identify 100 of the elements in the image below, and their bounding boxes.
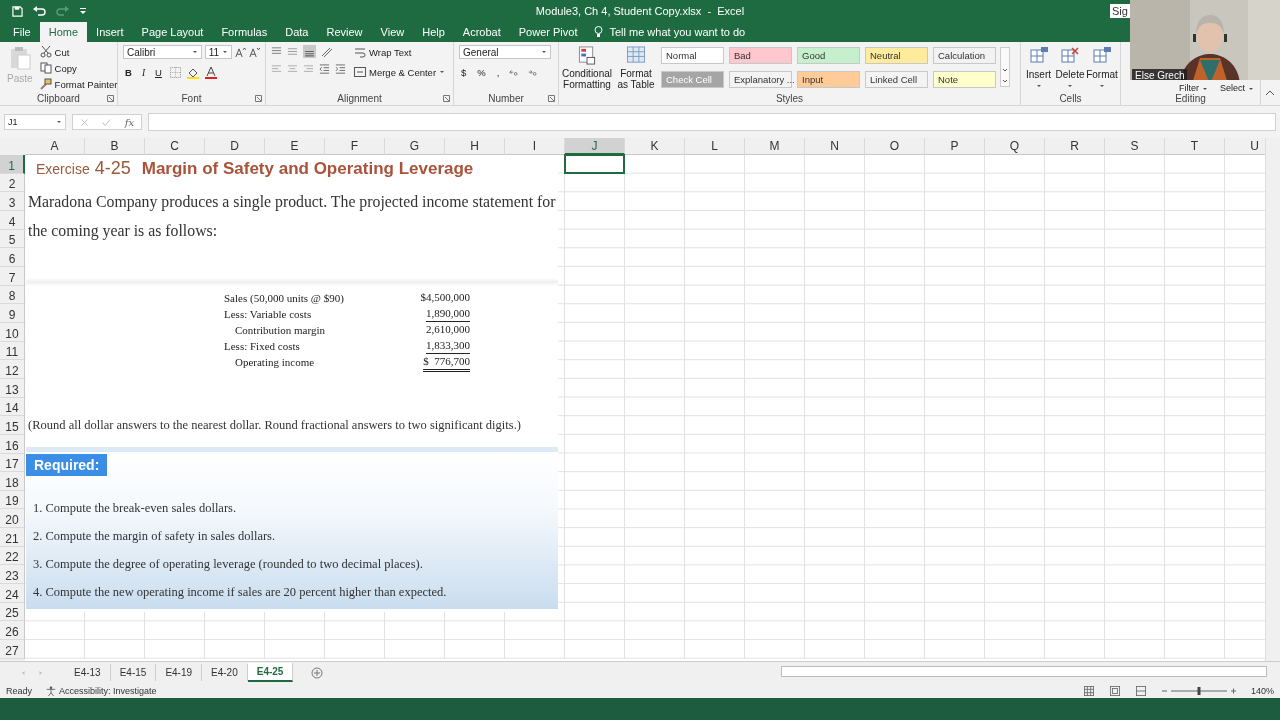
save-icon[interactable] [12, 5, 23, 17]
row-header[interactable]: 1 [0, 155, 25, 174]
cell-style[interactable]: Neutral [865, 47, 928, 64]
ribbon-tab[interactable]: Data [276, 22, 318, 42]
ribbon-tab[interactable]: Review [317, 22, 372, 42]
customize-icon[interactable] [79, 7, 87, 15]
column-header[interactable]: L [685, 138, 745, 155]
cell-style[interactable]: Normal [661, 47, 724, 64]
column-header[interactable]: Q [985, 138, 1045, 155]
selected-cell[interactable] [564, 154, 625, 174]
font-name-field[interactable]: Calibri [123, 45, 202, 59]
column-header[interactable]: S [1105, 138, 1165, 155]
row-header[interactable]: 6 [0, 248, 25, 267]
redo-icon[interactable] [56, 5, 69, 17]
sheet-tab[interactable]: E4-25 [247, 663, 294, 682]
name-box[interactable]: J1 [4, 114, 66, 130]
insert-cells-button[interactable]: Insert [1024, 45, 1053, 91]
row-header[interactable]: 16 [0, 434, 25, 454]
conditional-formatting-button[interactable]: Conditional Formatting [563, 45, 611, 91]
number-format-button[interactable]: , [494, 66, 502, 79]
row-header[interactable]: 4 [0, 210, 25, 230]
row-header[interactable]: 24 [0, 584, 25, 603]
ribbon-tab[interactable]: Formulas [212, 22, 277, 42]
row-header[interactable]: 15 [0, 416, 25, 435]
zoom-level[interactable]: 140% [1250, 685, 1274, 696]
horizontal-scrollbar[interactable] [781, 666, 1267, 677]
vertical-scrollbar[interactable] [1265, 138, 1280, 661]
row-header[interactable]: 23 [0, 565, 25, 585]
ribbon-tab[interactable]: Power Pivot [509, 22, 587, 42]
copy-button[interactable]: Copy [37, 61, 120, 75]
cell-style[interactable]: Bad [729, 47, 792, 64]
cell-style[interactable]: Input [797, 71, 860, 88]
column-header[interactable]: R [1045, 138, 1105, 155]
sheet-tab[interactable]: E4-15 [110, 664, 157, 681]
column-header[interactable]: O [865, 138, 925, 155]
format-as-table-button[interactable]: Format as Table [615, 45, 657, 91]
row-header[interactable]: 2 [0, 173, 25, 193]
dialog-launcher-icon[interactable] [443, 95, 450, 102]
dialog-launcher-icon[interactable] [548, 95, 555, 102]
sign-in-button[interactable]: Sig [1110, 4, 1130, 18]
editing-button[interactable]: Filter [1179, 84, 1208, 93]
row-header[interactable]: 21 [0, 528, 25, 547]
row-header[interactable]: 13 [0, 378, 25, 398]
dialog-launcher-icon[interactable] [107, 95, 114, 102]
number-format-button[interactable]: % [475, 66, 488, 79]
merge-center-button[interactable]: Merge & Center [352, 65, 448, 79]
row-header[interactable]: 18 [0, 472, 25, 491]
dialog-launcher-icon[interactable] [255, 95, 262, 102]
add-sheet-icon[interactable] [311, 666, 324, 679]
ribbon-tab[interactable]: File [4, 22, 40, 42]
column-header[interactable]: P [925, 138, 985, 155]
ribbon-tab[interactable]: Insert [87, 22, 133, 42]
underline-button[interactable]: U [153, 66, 164, 79]
font-size-field[interactable]: 11 [204, 45, 233, 59]
insert-function-button[interactable]: fx [124, 116, 135, 128]
format-painter-button[interactable]: Format Painter [37, 77, 120, 91]
row-header[interactable]: 3 [0, 192, 25, 211]
row-header[interactable]: 10 [0, 322, 25, 342]
row-header[interactable]: 5 [0, 229, 25, 249]
collapse-ribbon-icon[interactable] [1265, 90, 1275, 96]
row-header[interactable]: 22 [0, 546, 25, 566]
ribbon-tab[interactable]: View [371, 22, 414, 42]
delete-cells-button[interactable]: Delete [1055, 45, 1085, 91]
formula-input[interactable] [148, 113, 1276, 131]
row-header[interactable]: 26 [0, 621, 25, 641]
sheet-tab[interactable]: E4-19 [156, 664, 203, 681]
row-header[interactable]: 19 [0, 490, 25, 510]
wrap-text-button[interactable]: Wrap Text [352, 45, 448, 59]
italic-button[interactable]: I [139, 66, 148, 79]
row-header[interactable]: 9 [0, 304, 25, 323]
cell-style[interactable]: Note [933, 71, 996, 88]
row-header[interactable]: 27 [0, 640, 25, 659]
column-header[interactable]: N [805, 138, 865, 155]
editing-button[interactable]: Select [1220, 84, 1254, 93]
row-header[interactable]: 12 [0, 360, 25, 379]
cell-style[interactable]: Good [797, 47, 860, 64]
row-header[interactable]: 7 [0, 266, 25, 286]
column-header[interactable]: M [745, 138, 805, 155]
cell-style[interactable]: Calculation [933, 47, 996, 64]
ribbon-tab[interactable]: Acrobat [453, 22, 510, 42]
cell-style[interactable]: Explanatory ... [729, 71, 792, 88]
row-header[interactable]: 8 [0, 285, 25, 305]
cut-button[interactable]: Cut [37, 45, 120, 59]
column-header[interactable]: T [1165, 138, 1225, 155]
undo-icon[interactable] [33, 5, 46, 17]
column-header[interactable]: K [625, 138, 685, 155]
accessibility-status[interactable]: Accessibility: Investigate [59, 685, 157, 696]
sheet-tab[interactable]: E4-13 [65, 664, 111, 681]
row-header[interactable]: 17 [0, 453, 25, 473]
row-header[interactable]: 14 [0, 397, 25, 417]
format-cells-button[interactable]: Format [1087, 45, 1117, 91]
number-format-button[interactable]: $ [459, 66, 469, 79]
ribbon-tab[interactable]: Page Layout [132, 22, 213, 42]
row-header[interactable]: 25 [0, 602, 25, 622]
row-header[interactable]: 11 [0, 341, 25, 361]
ribbon-tab[interactable]: Help [413, 22, 454, 42]
bold-button[interactable]: B [123, 66, 134, 79]
sheet-tab[interactable]: E4-20 [202, 664, 248, 681]
ribbon-tab[interactable]: Home [39, 22, 88, 42]
tell-me-search[interactable]: Tell me what you want to do [609, 26, 746, 38]
